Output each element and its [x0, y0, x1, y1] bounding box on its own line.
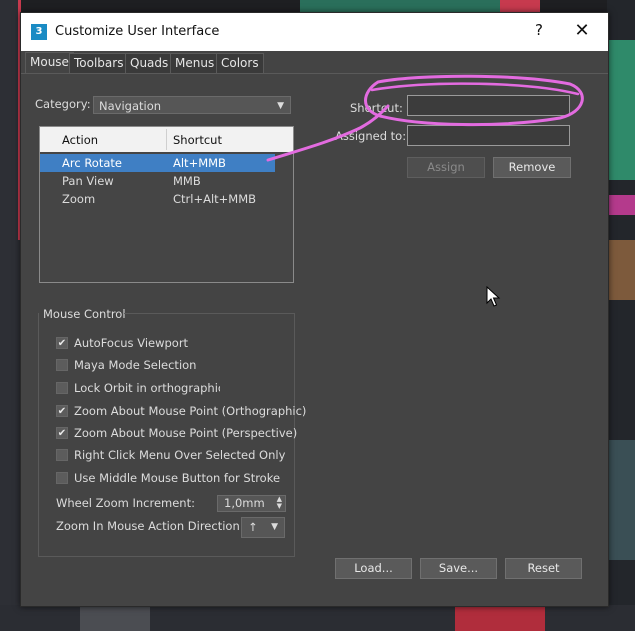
checkbox-box: [56, 382, 68, 394]
checkbox-label: Zoom About Mouse Point (Orthographic): [74, 404, 307, 418]
tab-quads[interactable]: Quads: [125, 53, 174, 73]
tab-menus[interactable]: Menus: [170, 53, 220, 73]
checkbox-label: Maya Mode Selection: [74, 358, 197, 372]
action-list-header: Action Shortcut: [40, 127, 293, 152]
viewport-gray-bottom: [80, 605, 150, 631]
help-icon[interactable]: ?: [529, 21, 549, 39]
column-header-shortcut[interactable]: Shortcut: [173, 133, 222, 147]
window-title: Customize User Interface: [55, 24, 220, 39]
zoom-direction-dropdown[interactable]: ↑ ▼: [241, 517, 285, 538]
title-bar[interactable]: 3 Customize User Interface ? ✕: [21, 13, 608, 51]
checkbox-label: Zoom About Mouse Point (Perspective): [74, 426, 298, 440]
table-row[interactable]: Arc Rotate Alt+MMB: [40, 154, 275, 172]
action-cell: Zoom: [62, 192, 96, 206]
check-icon: ✔: [56, 337, 68, 349]
viewport-red-bottom: [455, 605, 545, 631]
category-dropdown[interactable]: Navigation ▼: [93, 96, 291, 114]
shortcut-cell: Ctrl+Alt+MMB: [173, 192, 257, 206]
chevron-down-icon: ▼: [277, 101, 284, 111]
app-icon: 3: [31, 24, 47, 40]
viewport-green-top: [300, 0, 500, 12]
viewport-red-top: [500, 0, 540, 12]
save-button[interactable]: Save...: [420, 558, 497, 579]
chevron-down-icon: ▼: [271, 522, 278, 532]
customize-ui-dialog: 3 Customize User Interface ? ✕ Mouse Too…: [20, 12, 609, 607]
check-icon: ✔: [56, 427, 68, 439]
shortcut-cell: Alt+MMB: [173, 156, 226, 170]
wheel-zoom-label: Wheel Zoom Increment:: [56, 496, 195, 510]
assigned-to-label: Assigned to:: [335, 129, 407, 143]
action-list[interactable]: Action Shortcut Arc Rotate Alt+MMB Pan V…: [39, 126, 294, 283]
column-header-action[interactable]: Action: [62, 133, 98, 147]
mouse-cursor-icon: [486, 286, 501, 307]
zoom-direction-value: ↑: [248, 520, 258, 534]
close-icon[interactable]: ✕: [572, 20, 592, 41]
checkbox-label: Lock Orbit in orthographic vie: [74, 381, 220, 395]
checkbox-label: Right Click Menu Over Selected Only: [74, 448, 286, 462]
assigned-to-field[interactable]: [407, 125, 570, 146]
action-cell: Arc Rotate: [62, 156, 122, 170]
category-label: Category:: [35, 97, 91, 111]
table-row[interactable]: Zoom Ctrl+Alt+MMB: [40, 190, 275, 208]
action-cell: Pan View: [62, 174, 114, 188]
reset-button[interactable]: Reset: [505, 558, 582, 579]
zoom-direction-label: Zoom In Mouse Action Direction:: [56, 519, 244, 533]
shortcut-input[interactable]: [407, 95, 570, 116]
load-button[interactable]: Load...: [335, 558, 412, 579]
checkbox-label: Use Middle Mouse Button for Stroke: [74, 471, 281, 485]
shortcut-cell: MMB: [173, 174, 201, 188]
tab-toolbars[interactable]: Toolbars: [69, 53, 129, 73]
assign-button[interactable]: Assign: [407, 157, 485, 178]
viewport-green-right: [607, 40, 635, 180]
column-separator: [166, 129, 167, 150]
table-row[interactable]: Pan View MMB: [40, 172, 275, 190]
tab-colors[interactable]: Colors: [216, 53, 264, 73]
check-icon: ✔: [56, 405, 68, 417]
tab-mouse[interactable]: Mouse: [25, 52, 74, 74]
viewport-teal-right: [607, 440, 635, 560]
category-value: Navigation: [99, 99, 162, 113]
wheel-zoom-value: 1,0mm: [224, 496, 265, 510]
remove-button[interactable]: Remove: [493, 157, 571, 178]
checkbox-box: [56, 449, 68, 461]
shortcut-label: Shortcut:: [350, 101, 403, 115]
tab-divider: [21, 73, 608, 74]
checkbox-label: AutoFocus Viewport: [74, 336, 189, 350]
viewport-brown-right: [607, 240, 635, 300]
spinner-arrows-icon[interactable]: ▲ ▼: [277, 496, 282, 510]
checkbox-box: [56, 359, 68, 371]
viewport-magenta-right: [607, 195, 635, 215]
group-border: [124, 313, 295, 314]
viewport-strip-left: [0, 0, 20, 631]
wheel-zoom-spinner[interactable]: 1,0mm ▲ ▼: [217, 495, 286, 512]
checkbox-box: [56, 472, 68, 484]
